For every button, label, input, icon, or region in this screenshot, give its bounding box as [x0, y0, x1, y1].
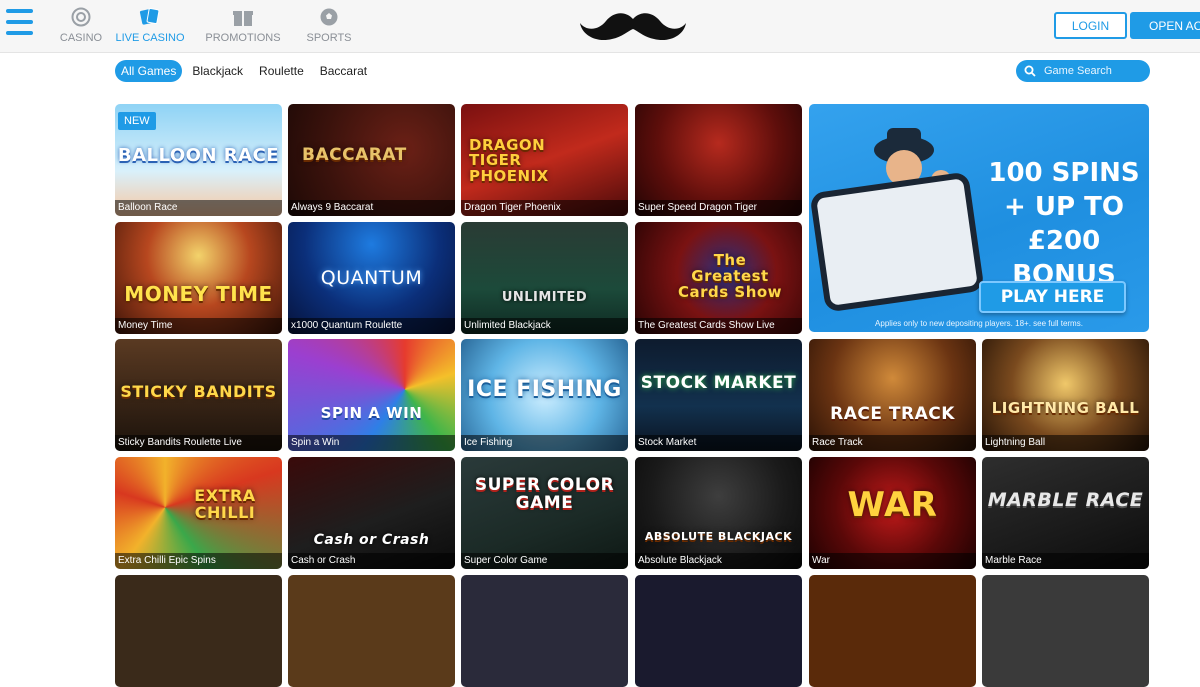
tile-caption: Spin a Win [288, 435, 455, 451]
nav-promotions[interactable]: PROMOTIONS [188, 6, 298, 44]
filter-all-games[interactable]: All Games [115, 60, 183, 82]
game-tile-ice-fishing[interactable]: ICE FISHING Ice Fishing [461, 339, 628, 451]
game-tile-partial[interactable] [461, 575, 628, 687]
game-tile-race-track[interactable]: RACE TRACK Race Track [809, 339, 976, 451]
main-nav: CASINO LIVE CASINO PROMOTIONS SPORTS [50, 6, 360, 44]
game-tile-cash-or-crash[interactable]: Cash or Crash Cash or Crash [288, 457, 455, 569]
tile-caption: Unlimited Blackjack [461, 318, 628, 334]
game-tile-war[interactable]: WAR War [809, 457, 976, 569]
game-tile-money-time[interactable]: MONEY TIME Money Time [115, 222, 282, 334]
game-tile-super-speed-dragon-tiger[interactable]: Super Speed Dragon Tiger [635, 104, 802, 216]
category-filters: All Games Blackjack Roulette Baccarat [115, 60, 377, 82]
promo-terms: Applies only to new depositing players. … [875, 319, 1083, 328]
game-tile-extra-chilli[interactable]: EXTRA CHILLI Extra Chilli Epic Spins [115, 457, 282, 569]
game-tile-always-9-baccarat[interactable]: BACCARAT Always 9 Baccarat [288, 104, 455, 216]
cards-icon [139, 6, 161, 28]
game-tile-quantum-roulette[interactable]: QUANTUM x1000 Quantum Roulette [288, 222, 455, 334]
menu-icon[interactable] [6, 9, 34, 39]
nav-promotions-label: PROMOTIONS [205, 32, 281, 44]
tile-caption: Stock Market [635, 435, 802, 451]
game-tile-partial[interactable] [809, 575, 976, 687]
promo-line-2: + UP TO £200 [1004, 192, 1124, 256]
game-tile-absolute-blackjack[interactable]: ABSOLUTE BLACKJACK Absolute Blackjack [635, 457, 802, 569]
tile-caption: Absolute Blackjack [635, 553, 802, 569]
game-tile-balloon-race[interactable]: BALLOON RACE NEW Balloon Race [115, 104, 282, 216]
phone-image [809, 171, 985, 313]
tile-caption: Extra Chilli Epic Spins [115, 553, 282, 569]
filter-baccarat[interactable]: Baccarat [314, 60, 373, 82]
game-tile-sticky-bandits[interactable]: STICKY BANDITS Sticky Bandits Roulette L… [115, 339, 282, 451]
game-tile-unlimited-blackjack[interactable]: UNLIMITED Unlimited Blackjack [461, 222, 628, 334]
nav-casino-label: CASINO [59, 32, 103, 44]
game-tile-spin-a-win[interactable]: SPIN A WIN Spin a Win [288, 339, 455, 451]
gift-icon [232, 6, 254, 28]
search-input[interactable] [1044, 65, 1144, 77]
tile-caption: x1000 Quantum Roulette [288, 318, 455, 334]
soccer-ball-icon [318, 6, 340, 28]
game-tile-partial[interactable] [982, 575, 1149, 687]
game-tile-super-color-game[interactable]: SUPER COLOR GAME Super Color Game [461, 457, 628, 569]
mustache-logo[interactable] [578, 9, 688, 45]
tile-caption: Cash or Crash [288, 553, 455, 569]
filter-blackjack[interactable]: Blackjack [186, 60, 249, 82]
tile-caption: Money Time [115, 318, 282, 334]
tile-caption: Always 9 Baccarat [288, 200, 455, 216]
nav-casino[interactable]: CASINO [50, 6, 112, 44]
tile-caption: Dragon Tiger Phoenix [461, 200, 628, 216]
filter-roulette[interactable]: Roulette [253, 60, 310, 82]
game-tile-partial[interactable] [115, 575, 282, 687]
top-bar: CASINO LIVE CASINO PROMOTIONS SPORTS LOG… [0, 0, 1200, 53]
nav-live-casino-label: LIVE CASINO [115, 32, 185, 44]
tile-caption: Ice Fishing [461, 435, 628, 451]
search-icon [1024, 65, 1036, 77]
game-tile-dragon-tiger-phoenix[interactable]: DRAGON TIGER PHOENIX Dragon Tiger Phoeni… [461, 104, 628, 216]
nav-live-casino[interactable]: LIVE CASINO [112, 6, 188, 44]
game-tile-greatest-cards-show[interactable]: The Greatest Cards Show The Greatest Car… [635, 222, 802, 334]
tile-caption: Super Color Game [461, 553, 628, 569]
open-account-button[interactable]: OPEN ACCO [1130, 12, 1200, 39]
nav-sports[interactable]: SPORTS [298, 6, 360, 44]
game-tile-partial[interactable] [288, 575, 455, 687]
tile-caption: War [809, 553, 976, 569]
play-here-button[interactable]: PLAY HERE [979, 281, 1126, 313]
game-tile-stock-market[interactable]: STOCK MARKET Stock Market [635, 339, 802, 451]
tile-caption: Race Track [809, 435, 976, 451]
promo-line-1: 100 SPINS [988, 158, 1140, 188]
casino-chip-icon [70, 6, 92, 28]
game-tile-marble-race[interactable]: MARBLE RACE Marble Race [982, 457, 1149, 569]
nav-sports-label: SPORTS [306, 32, 352, 44]
tile-caption: Marble Race [982, 553, 1149, 569]
tile-caption: Super Speed Dragon Tiger [635, 200, 802, 216]
tile-caption: Lightning Ball [982, 435, 1149, 451]
tile-caption: Balloon Race [115, 200, 282, 216]
new-badge: NEW [118, 112, 156, 130]
game-search[interactable] [1016, 60, 1150, 82]
tile-caption: Sticky Bandits Roulette Live [115, 435, 282, 451]
game-tile-lightning-ball[interactable]: LIGHTNING BALL Lightning Ball [982, 339, 1149, 451]
promo-banner[interactable]: 100 SPINS + UP TO £200 BONUS PLAY HERE A… [809, 104, 1149, 332]
game-tile-partial[interactable] [635, 575, 802, 687]
login-button[interactable]: LOGIN [1054, 12, 1127, 39]
tile-caption: The Greatest Cards Show Live [635, 318, 802, 334]
